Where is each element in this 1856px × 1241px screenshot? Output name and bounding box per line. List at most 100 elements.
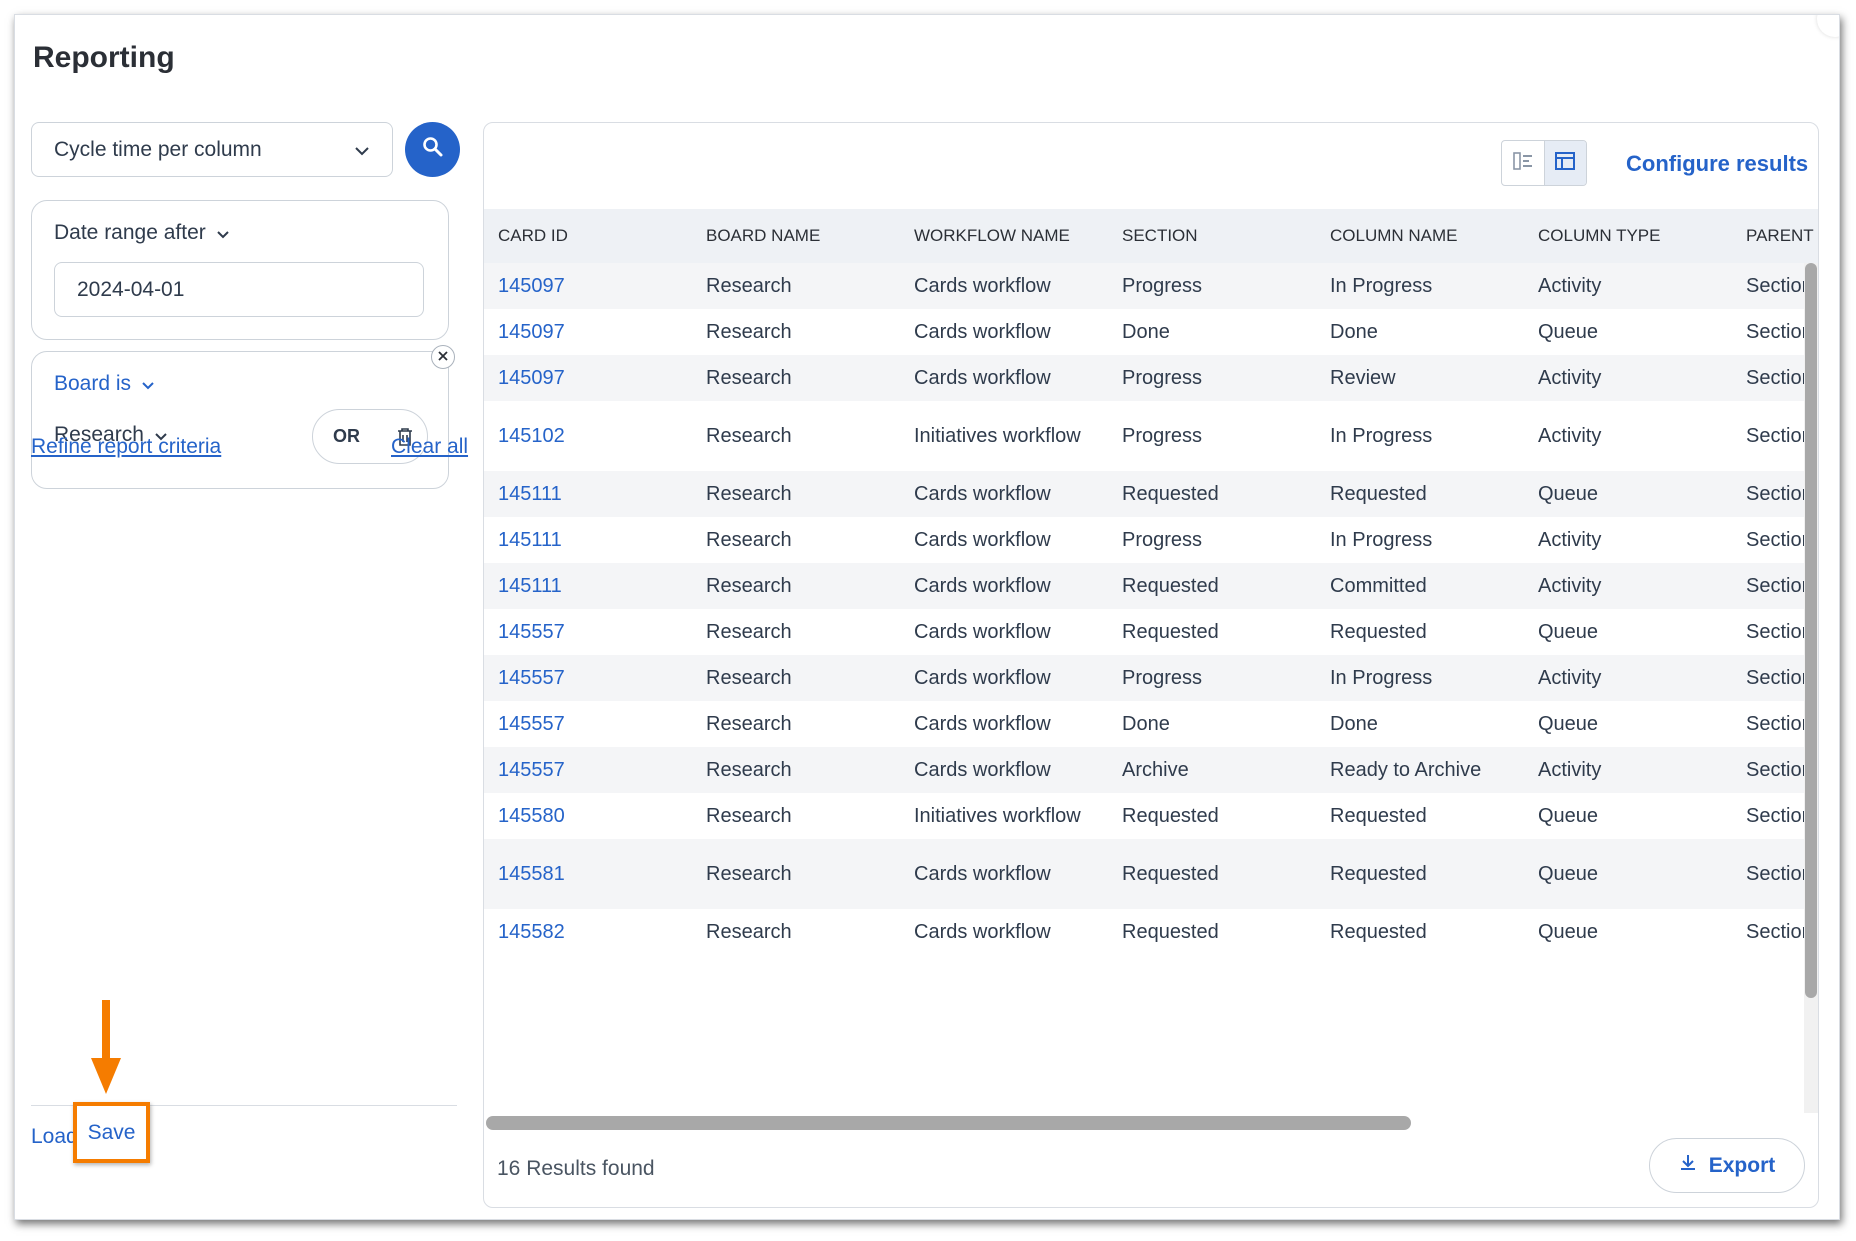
card-id-link[interactable]: 145097 xyxy=(484,263,692,309)
table-cell: Cards workflow xyxy=(900,909,1108,955)
table-row[interactable]: 145581 Research Cards workflow Requested Req… xyxy=(484,839,1818,909)
table-cell: Queue xyxy=(1524,701,1732,747)
card-id-link[interactable]: 145102 xyxy=(484,401,692,471)
column-header[interactable]: SECTION xyxy=(1108,209,1316,263)
table-cell: Activity xyxy=(1524,355,1732,401)
table-cell: Cards workflow xyxy=(900,517,1108,563)
search-button[interactable] xyxy=(405,122,460,177)
column-header[interactable]: COLUMN NAME xyxy=(1316,209,1524,263)
table-cell: Done xyxy=(1316,701,1524,747)
table-row[interactable]: 145557 Research Cards workflow Archive Ready… xyxy=(484,747,1818,793)
table-row[interactable]: 145097 Research Cards workflow Progress Revi… xyxy=(484,355,1818,401)
table-view-button[interactable] xyxy=(1543,141,1586,185)
remove-criteria-button[interactable] xyxy=(431,345,455,369)
table-cell: Research xyxy=(692,355,900,401)
vertical-scrollbar[interactable] xyxy=(1804,263,1818,1118)
scrollbar-thumb[interactable] xyxy=(486,1116,1411,1130)
table-cell: Ready to Archive xyxy=(1316,747,1524,793)
table-cell: Research xyxy=(692,839,900,909)
table-cell: Done xyxy=(1108,309,1316,355)
board-field-selector[interactable]: Board is xyxy=(54,372,155,396)
table-cell: Research xyxy=(692,263,900,309)
table-cell: In Progress xyxy=(1316,517,1524,563)
date-field[interactable]: 2024-04-01 xyxy=(54,262,424,317)
board-criteria-label: Board is xyxy=(54,372,132,395)
column-header[interactable]: WORKFLOW NAME xyxy=(900,209,1108,263)
table-cell: Requested xyxy=(1108,563,1316,609)
table-cell: Progress xyxy=(1108,517,1316,563)
table-row[interactable]: 145582 Research Cards workflow Requested Req… xyxy=(484,909,1818,955)
export-button[interactable]: Export xyxy=(1649,1138,1805,1193)
close-icon xyxy=(438,348,448,366)
save-highlight-box: Save xyxy=(73,1102,150,1163)
card-id-link[interactable]: 145557 xyxy=(484,655,692,701)
table-row[interactable]: 145557 Research Cards workflow Done Done Queu… xyxy=(484,701,1818,747)
table-cell: Activity xyxy=(1524,747,1732,793)
table-cell: In Progress xyxy=(1316,655,1524,701)
table-cell: Cards workflow xyxy=(900,747,1108,793)
table-cell: Research xyxy=(692,401,900,471)
report-type-select[interactable]: Cycle time per column xyxy=(31,122,393,177)
table-cell: Queue xyxy=(1524,609,1732,655)
card-id-link[interactable]: 145557 xyxy=(484,609,692,655)
table-cell: Requested xyxy=(1316,609,1524,655)
card-id-link[interactable]: 145111 xyxy=(484,563,692,609)
save-link[interactable]: Save xyxy=(88,1121,136,1145)
horizontal-scrollbar[interactable] xyxy=(484,1113,1818,1131)
or-button[interactable]: OR xyxy=(333,426,360,447)
card-id-link[interactable]: 145557 xyxy=(484,701,692,747)
card-id-link[interactable]: 145557 xyxy=(484,747,692,793)
card-id-link[interactable]: 145111 xyxy=(484,517,692,563)
card-id-link[interactable]: 145580 xyxy=(484,793,692,839)
load-link[interactable]: Load xyxy=(31,1125,78,1149)
table-row[interactable]: 145111 Research Cards workflow Progress In P… xyxy=(484,517,1818,563)
configure-results-link[interactable]: Configure results xyxy=(1626,151,1808,177)
table-row[interactable]: 145580 Research Initiatives workflow Reques… xyxy=(484,793,1818,839)
table-row[interactable]: 145557 Research Cards workflow Progress In P… xyxy=(484,655,1818,701)
table-cell: Activity xyxy=(1524,263,1732,309)
column-header[interactable]: COLUMN TYPE xyxy=(1524,209,1732,263)
table-cell: Cards workflow xyxy=(900,263,1108,309)
table-row[interactable]: 145557 Research Cards workflow Requested Req… xyxy=(484,609,1818,655)
date-range-selector[interactable]: Date range after xyxy=(54,221,230,245)
card-id-link[interactable]: 145097 xyxy=(484,309,692,355)
table-row[interactable]: 145097 Research Cards workflow Done Done Queu… xyxy=(484,309,1818,355)
table-cell: Requested xyxy=(1108,609,1316,655)
chevron-down-icon xyxy=(354,138,370,162)
page-title: Reporting xyxy=(33,41,175,74)
table-row[interactable]: 145111 Research Cards workflow Requested Com… xyxy=(484,563,1818,609)
table-cell: Done xyxy=(1316,309,1524,355)
table-cell: Queue xyxy=(1524,839,1732,909)
table-row[interactable]: 145111 Research Cards workflow Requested Req… xyxy=(484,471,1818,517)
table-cell: Activity xyxy=(1524,517,1732,563)
table-cell: Research xyxy=(692,701,900,747)
clear-all-link[interactable]: Clear all xyxy=(391,435,468,459)
table-cell: Activity xyxy=(1524,401,1732,471)
column-header[interactable]: CARD ID xyxy=(484,209,692,263)
table-cell: Research xyxy=(692,909,900,955)
card-id-link[interactable]: 145581 xyxy=(484,839,692,909)
corner-decoration xyxy=(1817,15,1839,37)
results-count: 16 Results found xyxy=(497,1157,655,1180)
refine-criteria-link[interactable]: Refine report criteria xyxy=(31,435,221,459)
table-cell: Archive xyxy=(1108,747,1316,793)
app-window: Reporting Cycle time per column Date ran… xyxy=(14,14,1840,1220)
scrollbar-thumb[interactable] xyxy=(1805,263,1817,998)
table-row[interactable]: 145102 Research Initiatives workflow Progre… xyxy=(484,401,1818,471)
chart-view-icon xyxy=(1512,150,1534,177)
column-header[interactable]: BOARD NAME xyxy=(692,209,900,263)
date-range-label: Date range after xyxy=(54,221,206,244)
table-row[interactable]: 145097 Research Cards workflow Progress In P… xyxy=(484,263,1818,309)
card-id-link[interactable]: 145097 xyxy=(484,355,692,401)
view-toggle xyxy=(1501,140,1587,186)
table-cell: Initiatives workflow xyxy=(900,401,1108,471)
chart-view-button[interactable] xyxy=(1502,141,1544,185)
table-cell: Review xyxy=(1316,355,1524,401)
card-id-link[interactable]: 145582 xyxy=(484,909,692,955)
column-header[interactable]: PARENT C xyxy=(1732,209,1818,263)
chevron-down-icon xyxy=(216,221,230,245)
card-id-link[interactable]: 145111 xyxy=(484,471,692,517)
chevron-down-icon xyxy=(141,372,155,396)
table-cell: Cards workflow xyxy=(900,609,1108,655)
table-cell: Activity xyxy=(1524,655,1732,701)
